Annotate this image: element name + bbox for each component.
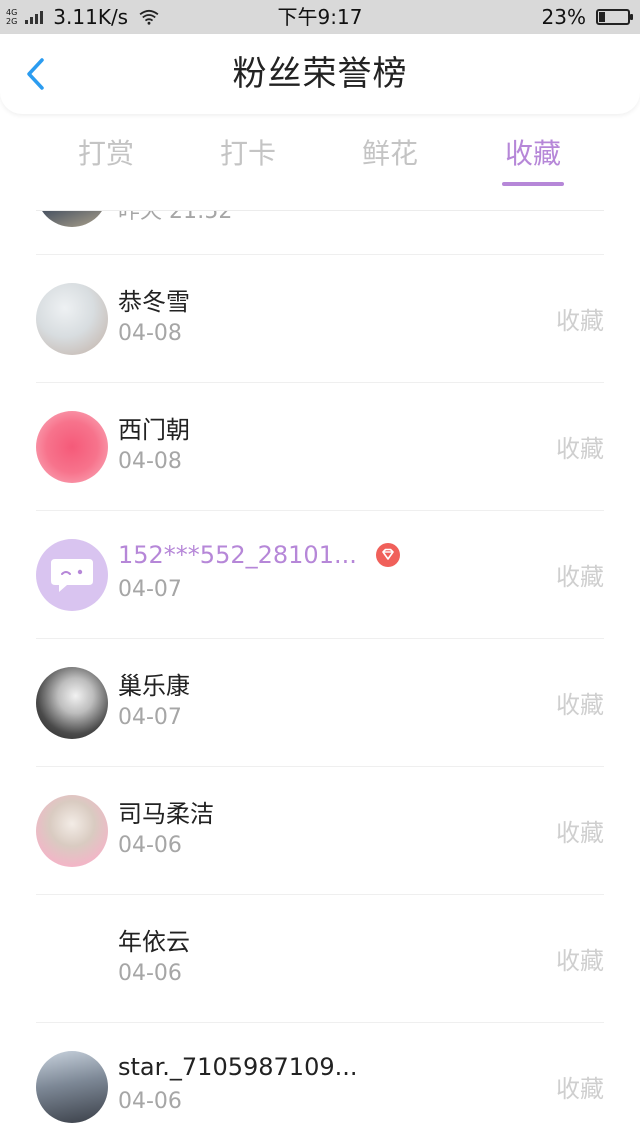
- fan-name: 西门朝: [118, 415, 190, 444]
- list-item[interactable]: 152***552_28101... 04-07 收藏: [0, 511, 640, 639]
- fan-date: 04-07: [118, 577, 182, 602]
- chat-bubble-icon: [51, 559, 93, 592]
- tab-label: 鲜花: [361, 137, 418, 170]
- list-item[interactable]: star._7105987109... 04-06 收藏: [0, 1023, 640, 1138]
- action-type: 收藏: [556, 435, 604, 463]
- fan-name: 年依云: [118, 927, 190, 956]
- tab-label: 打赏: [77, 137, 134, 170]
- list-item[interactable]: 恭冬雪 04-08 收藏: [0, 255, 640, 383]
- fan-name: 恭冬雪: [118, 287, 190, 316]
- status-right: 23%: [541, 0, 633, 34]
- fan-date: 04-07: [118, 705, 182, 730]
- avatar[interactable]: [36, 283, 108, 355]
- fan-date: 04-06: [118, 1089, 182, 1114]
- action-type: 收藏: [556, 563, 604, 591]
- fan-date: 04-08: [118, 449, 182, 474]
- tab-reward[interactable]: 打赏: [56, 120, 156, 192]
- action-type: 收藏: [556, 307, 604, 335]
- action-type: 收藏: [556, 691, 604, 719]
- fan-date: 04-08: [118, 321, 182, 346]
- avatar[interactable]: [36, 795, 108, 867]
- tab-checkin[interactable]: 打卡: [198, 120, 298, 192]
- battery-percent: 23%: [541, 5, 586, 29]
- avatar[interactable]: [36, 411, 108, 483]
- action-type: 收藏: [556, 947, 604, 975]
- fan-name: 司马柔洁: [118, 799, 214, 828]
- list-item[interactable]: 年依云 04-06 收藏: [0, 895, 640, 1023]
- tab-label: 收藏: [504, 137, 561, 170]
- fan-date: 昨天 21:52: [118, 211, 233, 224]
- page-title: 粉丝荣誉榜: [232, 54, 408, 94]
- fan-date: 04-06: [118, 833, 182, 858]
- avatar[interactable]: [36, 539, 108, 611]
- action-type: 收藏: [556, 819, 604, 847]
- title-bar: 粉丝荣誉榜: [0, 34, 640, 114]
- avatar[interactable]: [36, 667, 108, 739]
- active-tab-indicator: [502, 182, 564, 186]
- tab-label: 打卡: [219, 137, 276, 170]
- list-item[interactable]: 西门朝 04-08 收藏: [0, 383, 640, 511]
- tab-bar: 打赏 打卡 鲜花 收藏: [0, 120, 640, 200]
- avatar[interactable]: [36, 923, 108, 995]
- status-bar: 4G 2G 3.11K/s 下午9:17 23%: [0, 0, 640, 34]
- battery-fill: [599, 12, 605, 22]
- fan-date: 04-06: [118, 961, 182, 986]
- list-item[interactable]: 昨天 21:52 收藏: [0, 211, 640, 255]
- tab-flowers[interactable]: 鲜花: [340, 120, 440, 192]
- list-item[interactable]: 司马柔洁 04-06 收藏: [0, 767, 640, 895]
- list-item[interactable]: 巢乐康 04-07 收藏: [0, 639, 640, 767]
- fan-name: 巢乐康: [118, 671, 190, 700]
- diamond-icon: [375, 543, 400, 567]
- avatar[interactable]: [36, 211, 108, 227]
- fan-name: 152***552_28101...: [118, 541, 357, 569]
- avatar[interactable]: [36, 1051, 108, 1123]
- action-type: 收藏: [556, 1075, 604, 1103]
- battery-icon: [596, 9, 633, 25]
- fan-list[interactable]: 昨天 21:52 收藏 恭冬雪 04-08 收藏 西门朝 04-08 收藏: [0, 211, 640, 1138]
- fan-name: star._7105987109...: [118, 1053, 358, 1081]
- tab-favorites[interactable]: 收藏: [483, 120, 583, 192]
